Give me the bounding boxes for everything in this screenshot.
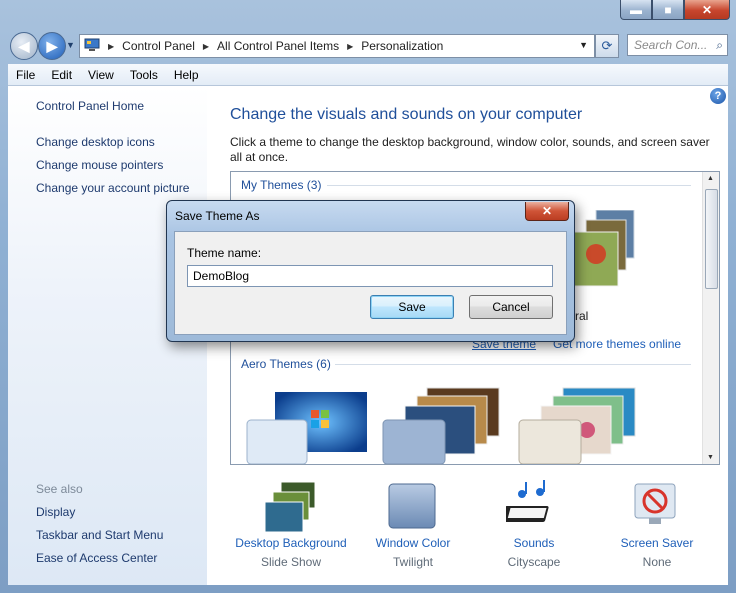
address-bar[interactable]: ▶ Control Panel ▶ All Control Panel Item… [79,34,595,58]
caption-buttons: ▬ ■ ✕ [620,0,730,20]
page-title: Change the visuals and sounds on your co… [230,106,583,123]
taskbar-start-menu-link[interactable]: Taskbar and Start Menu [36,528,163,542]
display-link[interactable]: Display [36,505,75,519]
change-mouse-pointers-link[interactable]: Change mouse pointers [36,158,163,172]
my-themes-heading: My Themes (3) [241,178,322,192]
menu-help[interactable]: Help [166,68,207,82]
minimize-button[interactable]: ▬ [620,0,652,20]
cancel-button[interactable]: Cancel [469,295,553,319]
window-color-value: Twilight [392,555,433,569]
menu-view[interactable]: View [80,68,122,82]
ease-of-access-link[interactable]: Ease of Access Center [36,551,157,565]
window-color-icon [348,480,478,536]
control-panel-icon [84,38,100,55]
search-placeholder: Search Con... [634,38,708,52]
theme-thumbnail-architecture[interactable] [381,386,506,464]
address-dropdown-icon[interactable]: ▼ [579,40,588,50]
control-panel-home-link[interactable]: Control Panel Home [36,99,144,113]
group-divider [327,185,691,186]
search-input[interactable]: Search Con... ⌕ [627,34,728,56]
desktop-background-value: Slide Show [260,555,322,569]
breadcrumb-all-items[interactable]: All Control Panel Items [217,39,339,53]
refresh-icon: ⟳ [601,38,613,53]
menu-bar: File Edit View Tools Help [8,64,728,86]
search-icon[interactable]: ⌕ [716,38,723,53]
desktop-background-setting[interactable]: Desktop Background Slide Show [226,480,356,569]
aero-themes-heading: Aero Themes (6) [241,357,331,371]
theme-name-input[interactable] [187,265,553,287]
group-divider [335,364,691,365]
screen-saver-label[interactable]: Screen Saver [592,536,722,550]
desktop-background-label[interactable]: Desktop Background [226,536,356,550]
refresh-button[interactable]: ⟳ [595,34,619,58]
window-color-setting[interactable]: Window Color Twilight [348,480,478,569]
maximize-button[interactable]: ■ [652,0,684,20]
screen-saver-value: None [642,555,672,569]
menu-edit[interactable]: Edit [43,68,80,82]
close-button[interactable]: ✕ [684,0,730,20]
see-also-heading: See also [36,482,83,496]
sounds-setting[interactable]: Sounds Cityscape [469,480,599,569]
breadcrumb-separator[interactable]: ▶ [347,42,353,51]
theme-name-label: Theme name: [187,246,262,260]
window-color-label[interactable]: Window Color [348,536,478,550]
breadcrumb-personalization[interactable]: Personalization [361,39,443,53]
change-desktop-icons-link[interactable]: Change desktop icons [36,135,155,149]
theme-list-scrollbar[interactable]: ▲ ▼ [702,172,719,464]
screen-saver-setting[interactable]: Screen Saver None [592,480,722,569]
help-icon[interactable]: ? [710,88,726,104]
save-button[interactable]: Save [370,295,454,319]
forward-button[interactable]: ▶ [38,32,66,60]
back-arrow-icon: ◀ [18,37,30,54]
screen-saver-icon [592,480,722,536]
breadcrumb-control-panel[interactable]: Control Panel [122,39,195,53]
dialog-body: Theme name: Save Cancel [174,231,567,335]
dialog-title: Save Theme As [175,209,260,223]
sounds-icon [469,480,599,536]
theme-thumbnail-windows7[interactable] [245,390,370,464]
breadcrumb-separator[interactable]: ▶ [108,42,114,51]
sounds-label[interactable]: Sounds [469,536,599,550]
scrollbar-thumb[interactable] [705,189,718,289]
change-account-picture-link[interactable]: Change your account picture [36,181,189,195]
back-button[interactable]: ◀ [10,32,38,60]
breadcrumb-separator[interactable]: ▶ [203,42,209,51]
page-description: Click a theme to change the desktop back… [230,135,710,164]
forward-arrow-icon: ▶ [46,37,58,54]
scroll-down-icon[interactable]: ▼ [707,454,714,461]
theme-thumbnail-natural[interactable] [566,209,636,290]
theme-thumbnail-characters[interactable] [517,386,642,464]
save-theme-dialog: Save Theme As ✕ Theme name: Save Cancel [166,200,575,342]
recent-pages-dropdown[interactable]: ▼ [66,40,75,50]
menu-file[interactable]: File [8,68,43,82]
scroll-up-icon[interactable]: ▲ [707,175,714,182]
desktop-background-icon [226,480,356,536]
dialog-close-button[interactable]: ✕ [525,202,569,221]
sounds-value: Cityscape [507,555,561,569]
menu-tools[interactable]: Tools [122,68,166,82]
